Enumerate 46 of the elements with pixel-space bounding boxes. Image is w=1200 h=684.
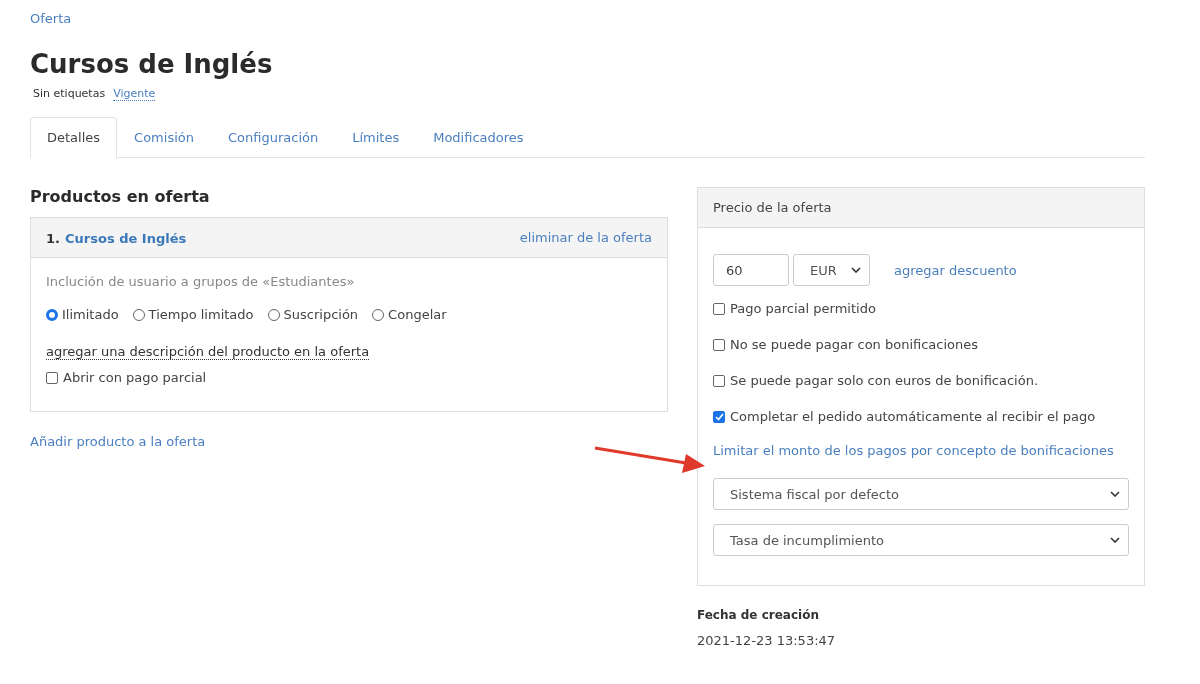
- tags-label: Sin etiquetas: [33, 87, 106, 100]
- checkbox-label: Se puede pagar solo con euros de bonificación.: [730, 373, 1039, 388]
- discount-link[interactable]: agregar descuento: [894, 262, 1017, 278]
- product-number: 1.: [46, 231, 60, 246]
- checkbox-label: No se puede pagar con bonificaciones: [730, 337, 979, 352]
- status-link[interactable]: Vigente: [113, 87, 156, 101]
- remove-link[interactable]: eliminar de la oferta: [519, 230, 652, 245]
- dropdown-select[interactable]: Tasa de incumplimiento: [713, 524, 1129, 556]
- radio-button[interactable]: [267, 308, 280, 321]
- checkbox-label: Abrir con pago parcial: [63, 370, 207, 385]
- checkbox-label: Completar el pedido automáticamente al recibir el pago: [730, 409, 1096, 424]
- amount-field[interactable]: 60: [713, 254, 789, 286]
- limit-bonus-link[interactable]: Limitar el monto de los pagos por concepto de bonificaciones: [713, 443, 1129, 458]
- checkbox[interactable]: [713, 302, 725, 315]
- dropdown-select[interactable]: Sistema fiscal por defecto: [713, 478, 1129, 510]
- tab[interactable]: Configuración: [210, 117, 336, 158]
- radio-button[interactable]: [132, 308, 145, 321]
- product-link[interactable]: Cursos de Inglés: [65, 231, 187, 246]
- section-heading: Productos en oferta: [30, 187, 211, 206]
- created-label: Fecha de creación: [697, 608, 820, 622]
- breadcrumb-link[interactable]: Oferta: [30, 11, 72, 26]
- tab[interactable]: Comisión: [117, 117, 211, 158]
- checkbox-label: Pago parcial permitido: [730, 301, 876, 316]
- checkbox[interactable]: [46, 371, 58, 384]
- tab[interactable]: Límites: [335, 117, 417, 158]
- checkbox[interactable]: [713, 374, 725, 387]
- checkbox[interactable]: [713, 410, 725, 423]
- radio-button[interactable]: [46, 308, 58, 321]
- radio-label: Ilimitado: [62, 307, 119, 322]
- chevron-down-icon: [851, 267, 861, 273]
- radio-label: Tiempo limitado: [148, 307, 254, 322]
- description-link[interactable]: agregar una descripción del producto en la oferta: [46, 344, 370, 360]
- add-product-link[interactable]: Añadir producto a la oferta: [30, 434, 206, 449]
- checkbox[interactable]: [713, 338, 725, 351]
- radio-button[interactable]: [372, 308, 385, 321]
- tab[interactable]: Modificadores: [416, 117, 541, 158]
- price-card-header: Precio de la oferta: [698, 188, 1144, 228]
- created-date: 2021-12-23 13:53:47: [697, 633, 837, 648]
- inclusion-text: Inclución de usuario a grupos de «Estudiantes»: [46, 274, 356, 289]
- radio-label: Congelar: [388, 307, 447, 322]
- radio-label: Suscripción: [283, 307, 359, 322]
- currency-select[interactable]: EUR: [793, 254, 870, 286]
- chevron-down-icon: [1110, 537, 1120, 543]
- page-title: Cursos de Inglés: [30, 49, 274, 79]
- chevron-down-icon: [1110, 491, 1120, 497]
- tab[interactable]: Detalles: [30, 117, 118, 158]
